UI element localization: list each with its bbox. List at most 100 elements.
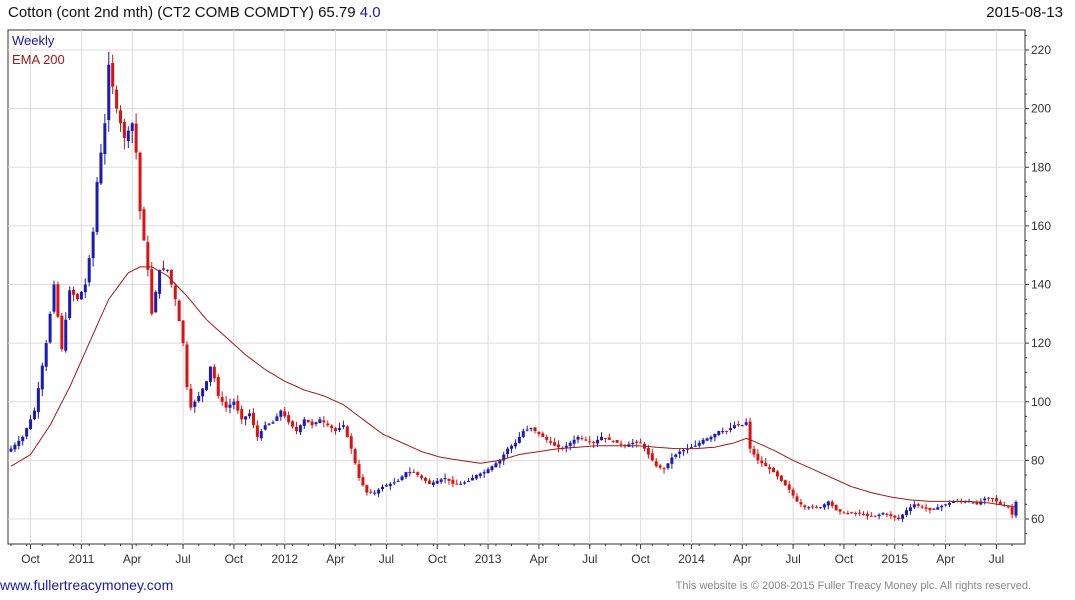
candle-body	[991, 498, 995, 500]
candle-body	[650, 453, 654, 461]
candle-body	[924, 507, 928, 509]
candle-body	[971, 502, 975, 504]
candle-body	[998, 501, 1002, 505]
candle-body	[142, 209, 146, 241]
candle-body	[341, 425, 345, 427]
candle-body	[865, 513, 869, 517]
y-tick-label: 120	[1031, 336, 1051, 350]
y-tick-label: 100	[1031, 395, 1051, 409]
candle-body	[298, 425, 302, 433]
candle-body	[107, 64, 111, 121]
candle-body	[361, 477, 365, 486]
website-link[interactable]: www.fullertreacymoney.com	[0, 577, 173, 593]
candle-body	[263, 425, 267, 430]
candle	[783, 479, 787, 486]
candle-body	[893, 515, 897, 518]
candle	[205, 380, 209, 392]
candle-body	[725, 431, 729, 433]
candle-body	[553, 442, 557, 446]
candle-body	[369, 491, 373, 493]
candle-body	[396, 480, 400, 482]
candle-body	[709, 436, 713, 440]
candle	[177, 299, 181, 322]
x-tick-label: Oct	[428, 552, 447, 566]
candle-body	[111, 63, 115, 87]
candle-body	[345, 426, 349, 437]
candle-body	[826, 501, 830, 506]
candle-body	[513, 442, 517, 447]
candle-body	[474, 475, 478, 479]
candle-body	[232, 401, 236, 405]
candle-body	[130, 123, 134, 131]
candle-body	[44, 343, 48, 367]
x-tick-label: Apr	[326, 552, 345, 566]
candle-body	[115, 89, 119, 109]
candle	[181, 320, 185, 347]
candle-body	[936, 507, 940, 510]
candle-body	[291, 421, 295, 427]
candle-body	[905, 510, 909, 516]
candle-body	[271, 422, 275, 424]
candle-body	[212, 366, 216, 379]
candle	[44, 339, 48, 371]
candle-body	[326, 423, 330, 426]
candle-body	[740, 425, 744, 427]
candle-body	[885, 513, 889, 515]
x-tick-label: Oct	[225, 552, 244, 566]
y-tick-label: 80	[1031, 453, 1045, 467]
candle-body	[697, 442, 701, 446]
x-tick-label: Apr	[530, 552, 549, 566]
candle-body	[732, 425, 736, 429]
candle-body	[568, 442, 572, 446]
candle-body	[138, 152, 142, 212]
candle-body	[404, 472, 408, 478]
candle-body	[32, 410, 36, 420]
candle-body	[994, 498, 998, 502]
candle-body	[744, 422, 748, 425]
candle-body	[118, 110, 122, 124]
candle-body	[510, 445, 514, 449]
candle-body	[60, 315, 64, 349]
candle	[615, 439, 619, 443]
candle-body	[420, 475, 424, 478]
candle-body	[314, 422, 318, 425]
candle-body	[881, 513, 885, 515]
candle-body	[549, 441, 553, 443]
candle-body	[693, 445, 697, 447]
candle-body	[858, 512, 862, 514]
candle-body	[670, 457, 674, 464]
candle-body	[302, 419, 306, 426]
candle-body	[854, 513, 858, 515]
candle-body	[134, 123, 138, 153]
x-tick-label: Jul	[582, 552, 597, 566]
candle-body	[783, 480, 787, 486]
candle-body	[248, 413, 252, 417]
copyright-notice: This website is © 2008-2015 Fuller Treac…	[675, 580, 1031, 592]
candle-body	[353, 449, 357, 464]
candle-body	[267, 423, 271, 425]
candle	[150, 262, 154, 316]
candle-body	[177, 300, 181, 322]
candle-body	[181, 320, 185, 344]
x-tick-label: 2015	[881, 552, 908, 566]
candle-body	[455, 483, 459, 485]
candle-body	[201, 388, 205, 397]
x-tick-label: 2013	[475, 552, 502, 566]
x-tick-label: Oct	[835, 552, 854, 566]
candle-body	[705, 438, 709, 441]
candle	[216, 373, 220, 399]
y-tick-label: 180	[1031, 160, 1051, 174]
candle-body	[1014, 501, 1018, 516]
candle-body	[197, 395, 201, 402]
candle-body	[220, 397, 224, 402]
candle-body	[533, 427, 537, 432]
candle-body	[392, 482, 396, 484]
candle-body	[584, 439, 588, 441]
candle	[748, 417, 752, 454]
candle-body	[521, 431, 525, 437]
candle-body	[87, 258, 91, 283]
candle-body	[443, 477, 447, 480]
legend-weekly: Weekly	[12, 33, 55, 48]
candle-body	[838, 509, 842, 512]
candle-body	[146, 242, 150, 270]
